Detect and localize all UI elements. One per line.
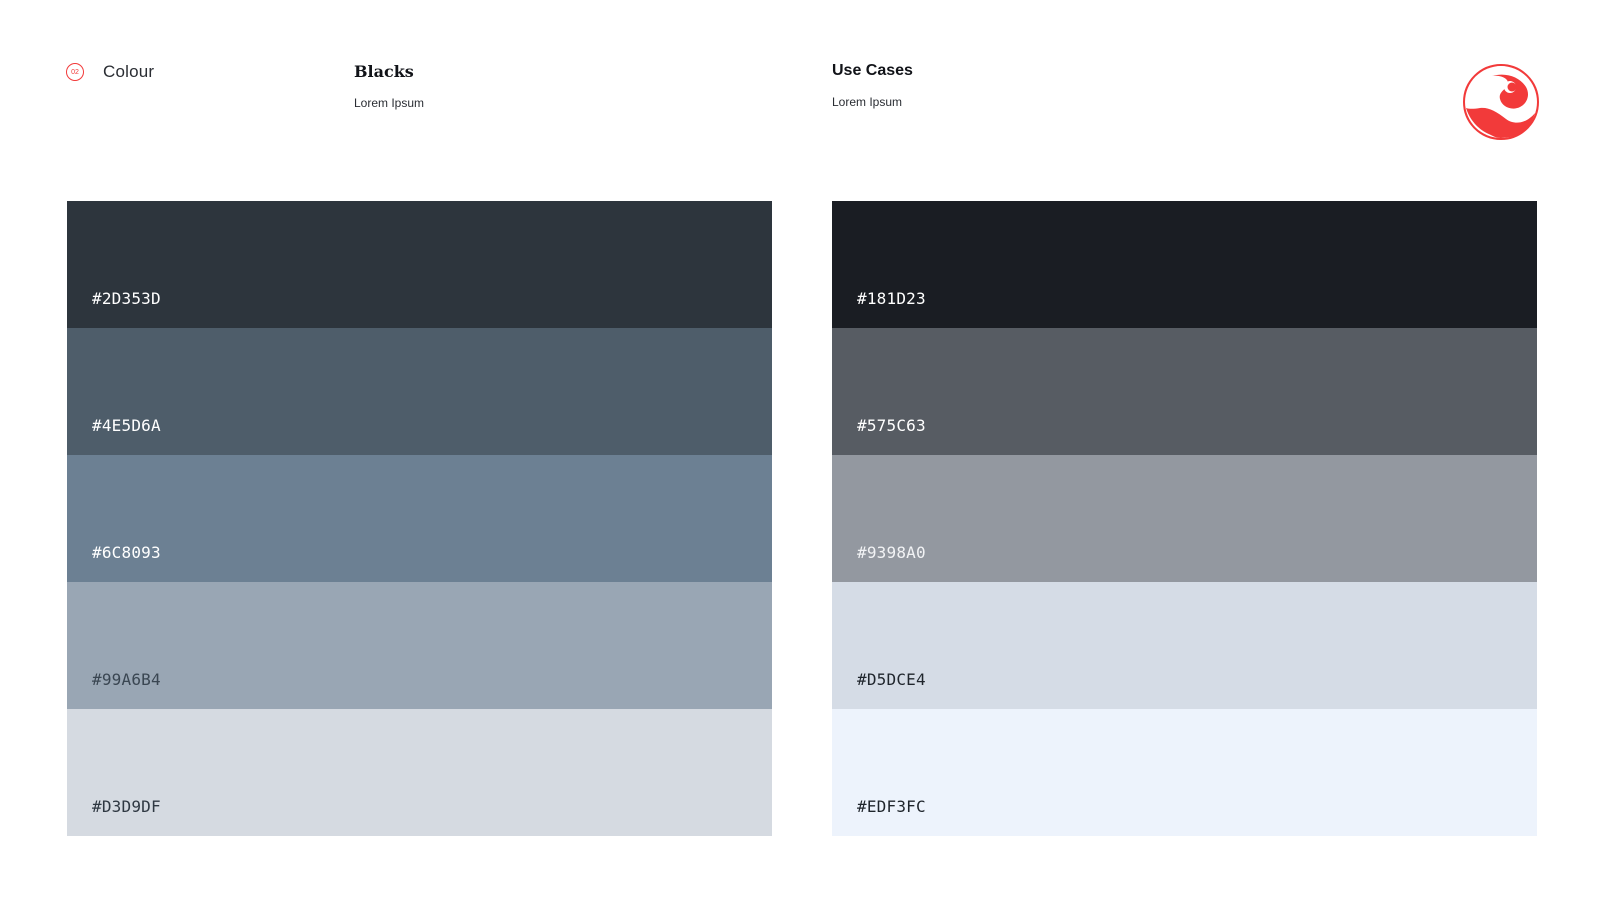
swatch: #EDF3FC [832, 709, 1537, 836]
blacks-header: Blacks Lorem Ipsum [354, 62, 424, 110]
use-cases-subtitle: Lorem Ipsum [832, 95, 903, 109]
swatch-hex-code: #6C8093 [92, 543, 161, 562]
section-label: Colour [103, 62, 155, 81]
swatch: #575C63 [832, 328, 1537, 455]
blacks-subtitle: Lorem Ipsum [354, 96, 425, 110]
swatch-hex-code: #575C63 [857, 416, 926, 435]
swatch: #D5DCE4 [832, 582, 1537, 709]
swatch: #2D353D [67, 201, 772, 328]
swatch: #4E5D6A [67, 328, 772, 455]
section-marker: 02 Colour [66, 62, 154, 82]
use-cases-title: Use Cases [832, 62, 913, 79]
blacks-palette: #2D353D #4E5D6A #6C8093 #99A6B4 #D3D9DF [67, 201, 772, 836]
swatch: #181D23 [832, 201, 1537, 328]
yin-yang-icon [1462, 63, 1540, 141]
swatch-hex-code: #D5DCE4 [857, 670, 926, 689]
swatch: #99A6B4 [67, 582, 772, 709]
section-number-badge: 02 [66, 63, 84, 81]
swatch-hex-code: #99A6B4 [92, 670, 161, 689]
swatch-hex-code: #2D353D [92, 289, 161, 308]
swatch-hex-code: #4E5D6A [92, 416, 161, 435]
blacks-title: Blacks [354, 62, 414, 81]
swatch-hex-code: #EDF3FC [857, 797, 926, 816]
swatch-hex-code: #9398A0 [857, 543, 926, 562]
use-cases-palette: #181D23 #575C63 #9398A0 #D5DCE4 #EDF3FC [832, 201, 1537, 836]
swatch-hex-code: #181D23 [857, 289, 926, 308]
use-cases-header: Use Cases Lorem Ipsum [832, 62, 913, 109]
swatch: #6C8093 [67, 455, 772, 582]
swatch: #D3D9DF [67, 709, 772, 836]
swatch-hex-code: #D3D9DF [92, 797, 161, 816]
swatch: #9398A0 [832, 455, 1537, 582]
